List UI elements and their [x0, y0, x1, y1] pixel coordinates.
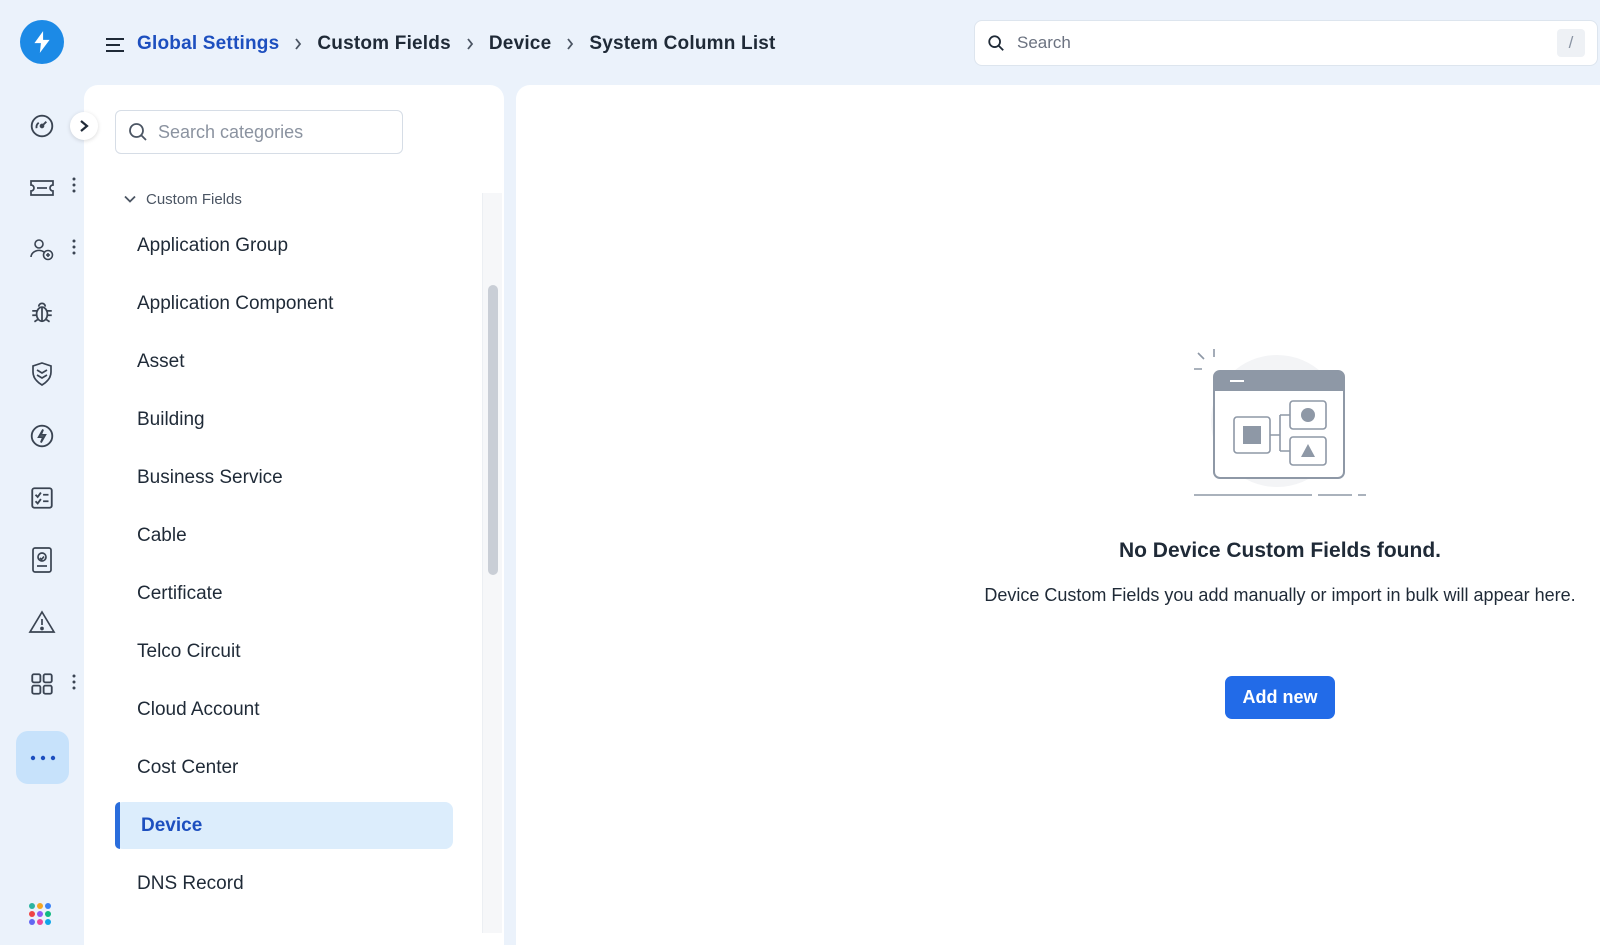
category-list: Application Group Application Component …	[115, 222, 453, 918]
badge-contact-icon	[32, 547, 52, 573]
rail-item-users[interactable]	[22, 230, 62, 270]
scrollbar-thumb[interactable]	[488, 285, 498, 575]
breadcrumb: Global Settings Custom Fields Device Sys…	[137, 30, 776, 58]
search-shortcut-key: /	[1557, 29, 1585, 57]
rail-item-changes[interactable]	[22, 416, 62, 456]
rail-item-tickets[interactable]	[22, 168, 62, 208]
chevron-right-icon	[466, 38, 474, 50]
category-item[interactable]: Telco Circuit	[115, 628, 453, 675]
rail-item-contacts[interactable]	[22, 540, 62, 580]
category-item[interactable]: Cloud Account	[115, 686, 453, 733]
empty-state-title: No Device Custom Fields found.	[1118, 539, 1442, 562]
main-content: No Device Custom Fields found. Device Cu…	[516, 85, 1600, 945]
category-item[interactable]: Certificate	[115, 570, 453, 617]
kebab-icon	[72, 177, 76, 193]
expand-sidebar-button[interactable]	[70, 112, 98, 140]
chevron-right-icon	[566, 38, 574, 50]
chevron-down-icon	[124, 195, 136, 203]
add-new-button[interactable]: Add new	[1225, 676, 1335, 719]
rail-item-users-menu[interactable]	[68, 235, 80, 259]
category-search-input[interactable]	[158, 121, 388, 143]
category-item[interactable]: Cost Center	[115, 744, 453, 791]
ellipsis-icon	[30, 755, 55, 760]
ticket-icon	[30, 180, 54, 196]
custom-fields-group-toggle[interactable]: Custom Fields	[124, 188, 242, 210]
category-item[interactable]: Cable	[115, 512, 453, 559]
grid-apps-icon	[31, 673, 53, 695]
category-item-active[interactable]: Device	[115, 802, 453, 849]
category-item[interactable]: Application Component	[115, 280, 453, 327]
category-item[interactable]: DNS Record	[115, 860, 453, 907]
rail-item-tickets-menu[interactable]	[68, 173, 80, 197]
hamburger-icon	[106, 38, 124, 52]
kebab-icon	[72, 674, 76, 690]
breadcrumb-custom-fields[interactable]: Custom Fields	[317, 33, 451, 55]
breadcrumb-system-column-list: System Column List	[589, 33, 776, 54]
change-bolt-icon	[30, 424, 54, 448]
left-rail	[0, 0, 84, 945]
empty-state-description: Device Custom Fields you add manually or…	[984, 585, 1576, 605]
menu-toggle-button[interactable]	[104, 34, 126, 56]
category-item[interactable]: Application Group	[115, 222, 453, 269]
rail-item-dashboard[interactable]	[22, 106, 62, 146]
category-panel: Custom Fields Application Group Applicat…	[84, 85, 504, 945]
breadcrumb-device[interactable]: Device	[489, 33, 551, 55]
rail-item-security[interactable]	[22, 354, 62, 394]
shield-icon	[32, 362, 52, 386]
checklist-icon	[31, 487, 53, 509]
users-settings-icon	[30, 239, 54, 261]
rail-item-alerts[interactable]	[22, 602, 62, 642]
app-switcher[interactable]	[28, 902, 56, 935]
bug-icon	[32, 302, 52, 323]
rail-item-problems[interactable]	[22, 292, 62, 332]
category-scrollbar[interactable]	[482, 193, 502, 933]
category-item[interactable]: Asset	[115, 338, 453, 385]
warning-icon	[28, 610, 56, 633]
chevron-right-icon	[80, 120, 89, 132]
rail-item-apps[interactable]	[22, 664, 62, 704]
group-label: Custom Fields	[146, 190, 242, 208]
dashboard-gauge-icon	[30, 114, 54, 138]
chevron-right-icon	[294, 38, 302, 50]
search-icon	[128, 122, 148, 142]
empty-state-illustration	[1194, 349, 1366, 496]
app-logo[interactable]	[20, 20, 64, 64]
colored-dots-apps-icon	[29, 903, 51, 925]
breadcrumb-global-settings[interactable]: Global Settings	[137, 33, 279, 55]
category-search[interactable]	[115, 110, 403, 154]
kebab-icon	[72, 239, 76, 255]
search-icon	[987, 33, 1007, 53]
global-search-input[interactable]	[1017, 33, 1537, 53]
category-item[interactable]: Building	[115, 396, 453, 443]
global-search[interactable]: /	[974, 20, 1598, 66]
category-item[interactable]: Business Service	[115, 454, 453, 501]
rail-more-button[interactable]	[16, 731, 69, 784]
rail-item-apps-menu[interactable]	[68, 670, 80, 694]
lightning-bolt-icon	[34, 31, 50, 53]
rail-item-tasks[interactable]	[22, 478, 62, 518]
